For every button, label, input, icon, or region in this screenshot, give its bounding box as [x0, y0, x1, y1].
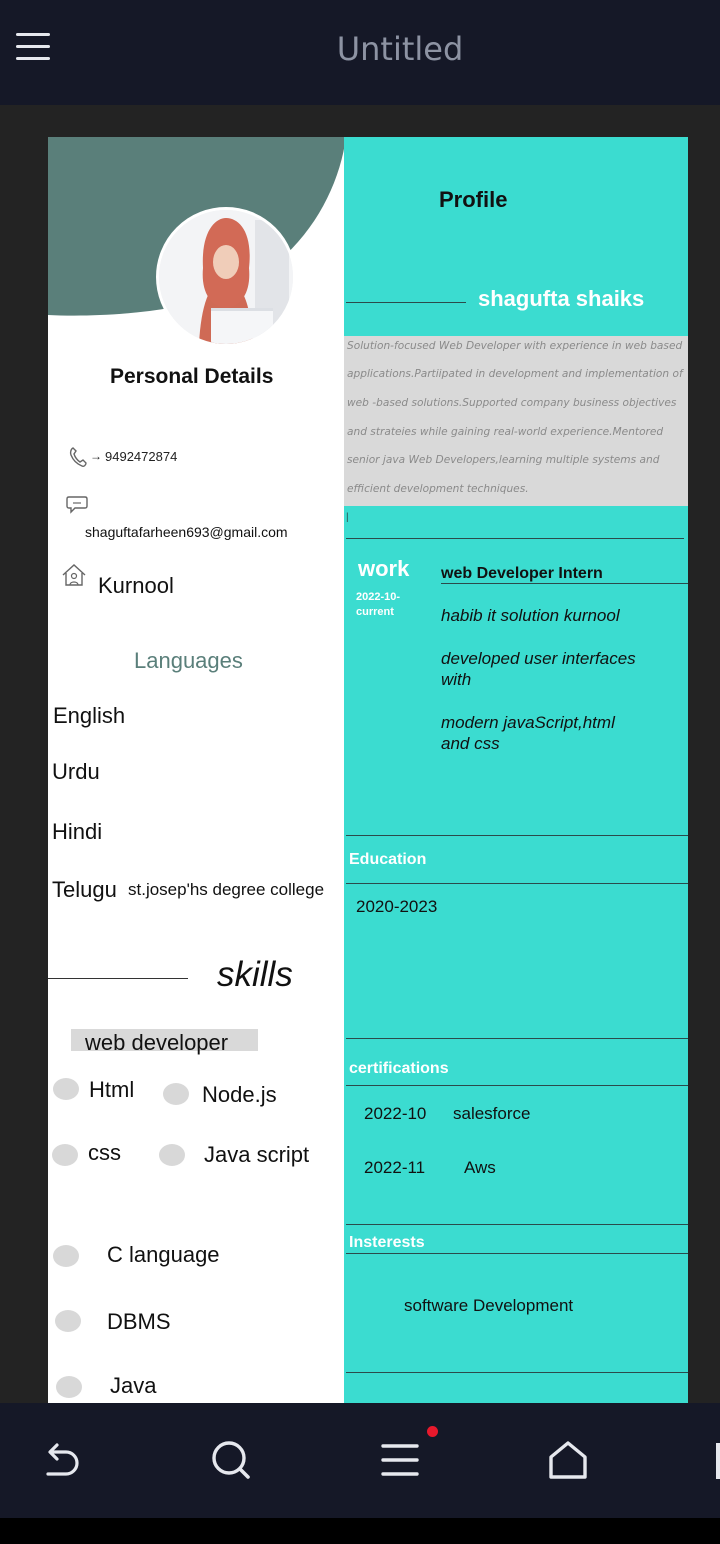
interest-item: software Development: [404, 1296, 574, 1315]
resume-page[interactable]: Personal Details → 9492472874 shaguftafa…: [48, 137, 688, 1403]
education-years: 2020-2023: [356, 897, 438, 916]
language-telugu: Telugu: [52, 877, 117, 902]
skill-bullet: [163, 1083, 189, 1105]
skill-bullet: [55, 1310, 81, 1332]
college-text-overflow: st.josep'hs degree college: [128, 880, 325, 899]
phone-arrow: →: [90, 449, 102, 463]
certification-name: Aws: [464, 1158, 496, 1177]
skill-nodejs: Node.js: [202, 1082, 277, 1107]
interests-top-line: [346, 1224, 688, 1225]
work-company: habib it solution kurnool: [441, 606, 620, 625]
summary-line: applications.Partiipated in development …: [347, 368, 683, 380]
language-urdu: Urdu: [52, 759, 100, 784]
skill-dbms: DBMS: [107, 1309, 171, 1334]
work-description-line: modern javaScript,html: [441, 713, 615, 732]
skill-bullet: [52, 1144, 78, 1166]
skills-divider-line: [48, 978, 188, 979]
edge-button-fragment[interactable]: [716, 1443, 720, 1479]
certification-date: 2022-10: [364, 1104, 427, 1123]
work-divider-line: [346, 538, 684, 539]
work-title-underline: [441, 583, 688, 584]
education-top-line: [346, 835, 688, 836]
language-english: English: [53, 703, 126, 728]
work-description-line: and css: [441, 734, 500, 753]
work-date-start: 2022-10-: [356, 591, 401, 603]
text-cursor: |: [346, 512, 349, 523]
certification-name: salesforce: [453, 1104, 531, 1123]
skill-bullet: [53, 1078, 79, 1100]
skills-category-text: web developer: [85, 1030, 229, 1055]
personal-details-heading: Personal Details: [110, 365, 274, 388]
summary-line: senior java Web Developers,learning mult…: [347, 454, 660, 466]
email-address: shaguftafarheen693@gmail.com: [85, 524, 288, 540]
skills-heading: skills: [217, 955, 293, 994]
summary-line: Solution-focused Web Developer with expe…: [347, 340, 683, 352]
education-heading: Education: [349, 851, 427, 868]
interests-bottom-line: [346, 1253, 688, 1254]
name-divider-line: [346, 302, 466, 303]
certifications-heading: certifications: [349, 1060, 449, 1077]
home-icon[interactable]: [546, 1438, 590, 1482]
work-job-title: web Developer Intern: [441, 565, 603, 582]
location-text: Kurnool: [98, 573, 174, 598]
undo-icon[interactable]: [38, 1438, 82, 1482]
work-description-line: with: [441, 670, 472, 689]
interests-heading: Insterests: [349, 1234, 425, 1251]
left-column: Personal Details → 9492472874 shaguftafa…: [48, 137, 346, 1403]
profile-heading: Profile: [439, 187, 508, 212]
right-column: [344, 137, 688, 1403]
skill-bullet: [53, 1245, 79, 1267]
menu-icon[interactable]: [378, 1438, 422, 1482]
skill-javascript: Java script: [204, 1142, 310, 1167]
system-bar: [0, 1518, 720, 1544]
interests-end-line: [346, 1372, 688, 1373]
skill-html: Html: [89, 1077, 135, 1102]
profile-photo: [156, 207, 296, 347]
profile-summary-box: Solution-focused Web Developer with expe…: [344, 336, 688, 506]
certification-date: 2022-11: [364, 1158, 426, 1177]
work-date-end: current: [356, 606, 394, 618]
certifications-bottom-line: [346, 1085, 688, 1086]
language-hindi: Hindi: [52, 819, 103, 844]
candidate-name: shagufta shaiks: [478, 286, 645, 311]
skill-css: css: [88, 1140, 121, 1165]
summary-line: and strateies while gaining real-world e…: [347, 426, 664, 438]
home-location-icon: [62, 564, 86, 586]
bottom-navigation-bar: [0, 1403, 720, 1518]
app-top-bar: Untitled: [0, 0, 720, 105]
skill-c-language: C language: [107, 1242, 220, 1267]
phone-icon: [69, 447, 87, 467]
languages-heading: Languages: [134, 648, 243, 673]
document-title: Untitled: [336, 30, 464, 68]
phone-number: 9492472874: [105, 449, 178, 464]
skill-bullet: [159, 1144, 185, 1166]
chat-bubble-icon: [66, 496, 88, 514]
notification-dot: [427, 1426, 438, 1437]
search-icon[interactable]: [209, 1438, 253, 1482]
skill-java: Java: [110, 1373, 157, 1398]
work-description-line: developed user interfaces: [441, 649, 636, 668]
summary-line: web -based solutions.Supported company b…: [347, 397, 677, 409]
summary-line: efficient development techniques.: [347, 483, 529, 495]
certifications-top-line: [346, 1038, 688, 1039]
education-bottom-line: [346, 883, 688, 884]
skill-bullet: [56, 1376, 82, 1398]
work-heading: work: [358, 556, 410, 581]
